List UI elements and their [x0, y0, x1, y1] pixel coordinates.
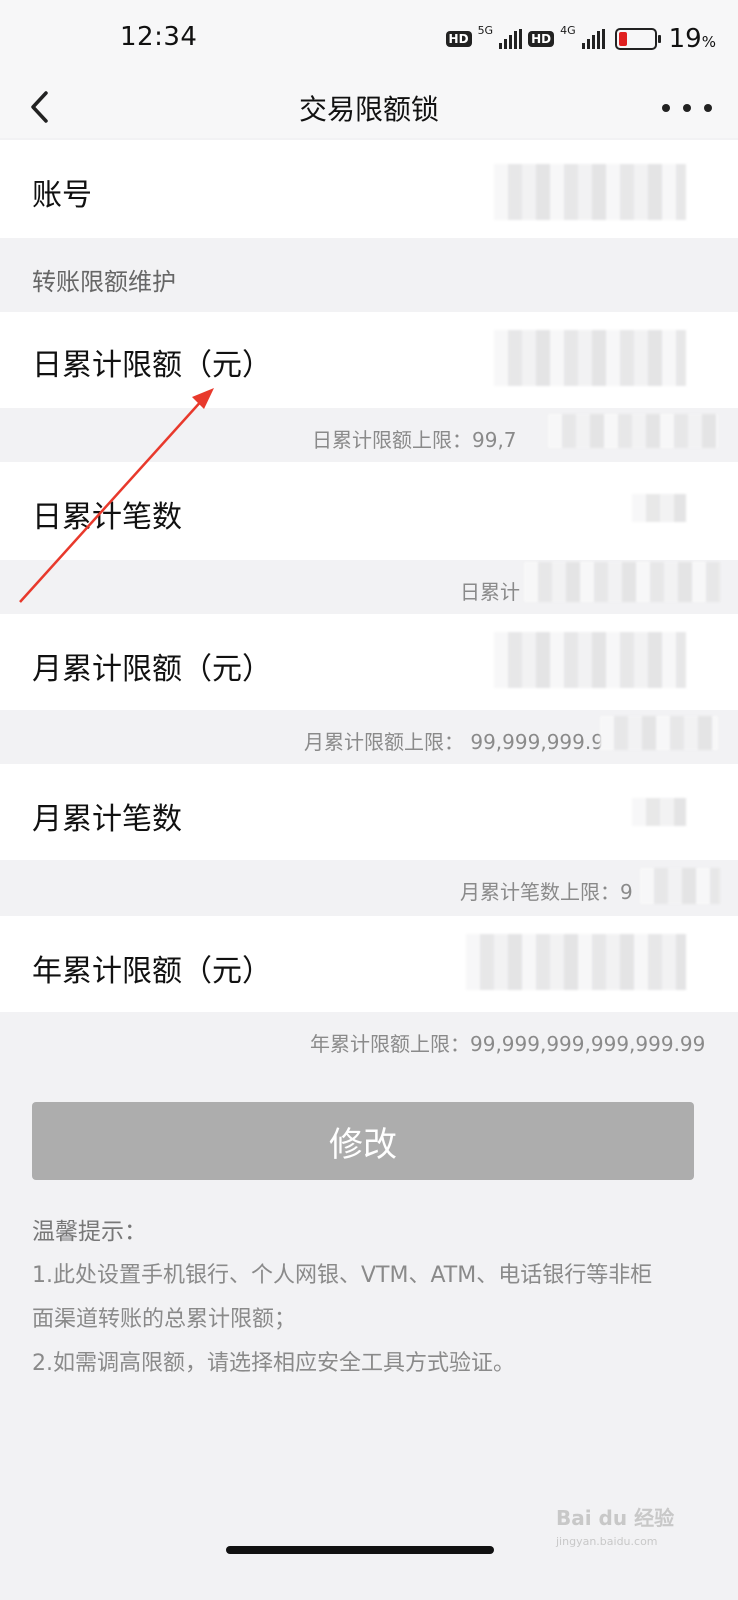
tips-title: 温馨提示： — [32, 1219, 147, 1245]
daily-amount-label: 日累计限额（元） — [32, 348, 272, 383]
monthly-amount-label: 月累计限额（元） — [32, 652, 272, 687]
monthly-count-hint-redacted — [640, 868, 720, 904]
monthly-count-hint: 月累计笔数上限：9 — [460, 880, 633, 904]
yearly-amount-input[interactable] — [466, 934, 686, 990]
more-dots-icon — [662, 104, 670, 112]
monthly-count-label: 月累计笔数 — [32, 802, 182, 837]
account-label: 账号 — [32, 178, 92, 213]
network-type-label: 5G — [477, 23, 494, 37]
daily-count-row[interactable]: 日累计笔数 — [0, 462, 738, 560]
status-icons: HD 5G HD 4G 19% — [445, 22, 716, 56]
tip-line-2: 2.如需调高限额，请选择相应安全工具方式验证。 — [32, 1351, 515, 1376]
monthly-amount-input[interactable] — [494, 632, 686, 688]
hd-badge: HD — [445, 31, 472, 47]
daily-count-hint: 日累计 — [460, 580, 520, 604]
hd-badge-2: HD — [528, 31, 555, 47]
daily-amount-row[interactable]: 日累计限额（元） — [0, 312, 738, 408]
monthly-count-row[interactable]: 月累计笔数 — [0, 764, 738, 860]
monthly-amount-hint-redacted — [600, 716, 718, 750]
status-time: 12:34 — [120, 22, 198, 52]
daily-count-input[interactable] — [632, 494, 686, 522]
yearly-amount-label: 年累计限额（元） — [32, 954, 272, 989]
account-value-redacted — [494, 164, 686, 220]
nav-bar: 交易限额锁 — [0, 78, 738, 138]
daily-amount-hint: 日累计限额上限：99,7 — [312, 428, 517, 452]
yearly-amount-hint: 年累计限额上限：99,999,999,999,999.99 — [310, 1032, 706, 1056]
daily-count-label: 日累计笔数 — [32, 500, 182, 535]
battery-icon — [614, 28, 661, 50]
yearly-amount-row[interactable]: 年累计限额（元） — [0, 916, 738, 1012]
tip-line-1b: 面渠道转账的总累计限额； — [32, 1307, 297, 1332]
monthly-amount-row[interactable]: 月累计限额（元） — [0, 614, 738, 710]
tip-line-1a: 1.此处设置手机银行、个人网银、VTM、ATM、电话银行等非柜 — [32, 1263, 653, 1288]
battery-percent: 19% — [668, 24, 716, 54]
home-indicator[interactable] — [226, 1546, 494, 1554]
account-row[interactable]: 账号 — [0, 140, 738, 238]
section-title: 转账限额维护 — [32, 268, 176, 296]
daily-amount-hint-redacted — [548, 414, 718, 448]
daily-amount-input[interactable] — [494, 330, 686, 386]
page-title: 交易限额锁 — [298, 93, 439, 126]
signal-icon — [499, 29, 523, 49]
network-type-label-2: 4G — [560, 23, 576, 37]
modify-button[interactable]: 修改 — [32, 1102, 694, 1180]
daily-count-hint-redacted — [524, 562, 720, 602]
more-button[interactable] — [662, 86, 712, 130]
status-bar: 12:34 HD 5G HD 4G 19% — [0, 0, 738, 78]
monthly-amount-hint: 月累计限额上限： 99,999,999.9 — [304, 730, 604, 754]
baidu-watermark: Bai du 经验 jingyan.baidu.com — [556, 1506, 675, 1548]
signal-icon-2 — [581, 29, 605, 49]
monthly-count-input[interactable] — [632, 798, 686, 826]
